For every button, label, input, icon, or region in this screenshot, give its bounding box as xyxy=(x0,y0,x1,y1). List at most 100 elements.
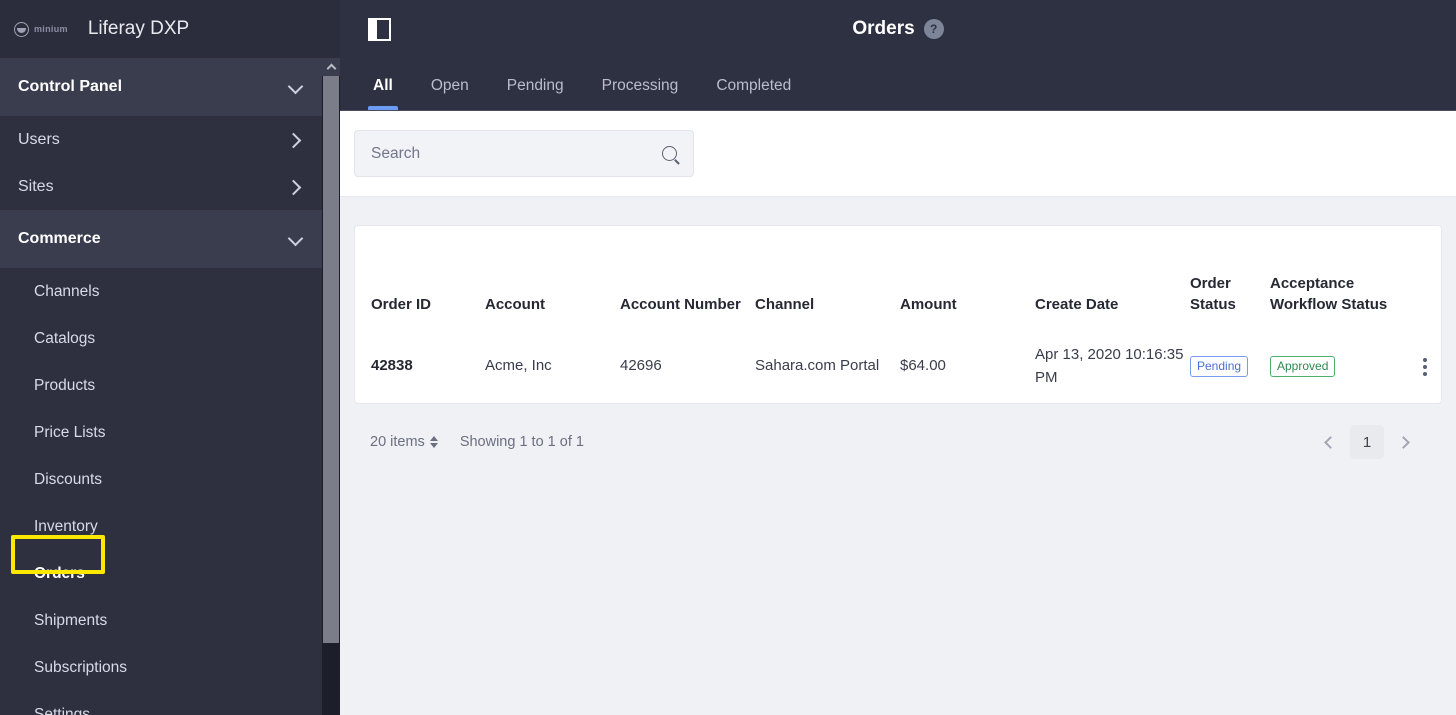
chevron-left-icon[interactable] xyxy=(1314,427,1344,457)
sidebar-item-label: Users xyxy=(18,130,60,148)
cell-account: Acme, Inc xyxy=(485,357,552,375)
table-head: Order ID Account Account Number Channel … xyxy=(355,226,1455,330)
sidebar-item-label: Products xyxy=(34,376,96,394)
table-header-row: Order ID Account Account Number Channel … xyxy=(355,226,1455,330)
search-icon[interactable] xyxy=(662,146,677,161)
column-header-actions xyxy=(1395,226,1455,330)
top-bar: Orders ? xyxy=(340,0,1456,58)
sidebar-item-label: Shipments xyxy=(34,611,108,629)
tab-bar: All Open Pending Processing Completed xyxy=(340,58,1456,111)
logo-label: minium xyxy=(34,24,68,34)
sidebar-section-label: Control Panel xyxy=(18,78,123,95)
column-header-amount[interactable]: Amount xyxy=(900,226,1035,330)
tab-all[interactable]: All xyxy=(354,77,412,110)
search-input[interactable] xyxy=(371,144,631,163)
items-per-page-label: 20 items xyxy=(370,434,425,450)
sidebar-item-label: Channels xyxy=(34,282,100,300)
tab-open[interactable]: Open xyxy=(412,77,488,110)
column-header-acceptance-workflow-status[interactable]: Acceptance Workflow Status xyxy=(1270,226,1395,330)
sidebar-item-label: Inventory xyxy=(34,517,98,535)
cell-channel: Sahara.com Portal xyxy=(755,357,880,375)
sidebar-section-control-panel[interactable]: Control Panel xyxy=(0,58,322,116)
column-header-create-date[interactable]: Create Date xyxy=(1035,226,1190,330)
cell-account-number: 42696 xyxy=(620,357,662,375)
sidebar-item-label: Subscriptions xyxy=(34,658,128,676)
cell-amount: $64.00 xyxy=(900,357,946,375)
table-body: 42838 Acme, Inc 42696 Sahara.com Portal … xyxy=(355,330,1455,403)
column-header-account[interactable]: Account xyxy=(485,226,620,330)
page-title-brand: Liferay DXP xyxy=(87,18,190,39)
sidebar-section-label: Commerce xyxy=(18,230,101,247)
sidebar: minium Liferay DXP Control Panel Users S… xyxy=(0,0,340,715)
table-footer: 20 items Showing 1 to 1 of 1 1 xyxy=(354,404,1442,464)
sidebar-item-channels[interactable]: Channels xyxy=(0,268,322,315)
sidebar-group-commerce: Channels Catalogs Products Price Lists D… xyxy=(0,268,322,715)
column-header-account-number[interactable]: Account Number xyxy=(620,226,755,330)
sidebar-item-sites[interactable]: Sites xyxy=(0,163,322,210)
brand-header: minium Liferay DXP xyxy=(0,0,340,58)
sidebar-item-label: Discounts xyxy=(34,470,103,488)
app-root: minium Liferay DXP Control Panel Users S… xyxy=(0,0,1456,715)
sidebar-item-users[interactable]: Users xyxy=(0,116,322,163)
status-badge-approved: Approved xyxy=(1270,356,1336,377)
search-toolbar xyxy=(340,111,1456,197)
sidebar-item-orders[interactable]: Orders xyxy=(0,550,322,597)
sidebar-item-label: Settings xyxy=(34,705,91,715)
logo-mark-icon xyxy=(14,21,29,37)
sidebar-item-label: Price Lists xyxy=(34,423,106,441)
chevron-right-icon xyxy=(288,132,304,148)
column-header-channel[interactable]: Channel xyxy=(755,226,900,330)
cell-actions xyxy=(1395,330,1455,403)
sidebar-item-label: Catalogs xyxy=(34,329,96,347)
scrollbar-up-arrow-icon[interactable] xyxy=(322,58,340,76)
pagination: 1 xyxy=(1314,425,1438,459)
showing-results-text: Showing 1 to 1 of 1 xyxy=(459,434,584,450)
tab-pending[interactable]: Pending xyxy=(488,77,583,110)
sidebar-item-settings[interactable]: Settings xyxy=(0,691,322,715)
sidebar-section-commerce[interactable]: Commerce xyxy=(0,210,322,268)
cell-workflow-status: Approved xyxy=(1270,330,1395,403)
chevron-down-icon xyxy=(288,79,304,95)
cell-order-status: Pending xyxy=(1190,330,1270,403)
content-area: Order ID Account Account Number Channel … xyxy=(340,197,1456,715)
column-header-order-id[interactable]: Order ID xyxy=(355,226,485,330)
kebab-menu-icon[interactable] xyxy=(1395,357,1455,376)
chevron-down-icon xyxy=(288,231,304,247)
sidebar-group-control-panel: Users Sites xyxy=(0,116,322,210)
sidebar-item-inventory[interactable]: Inventory xyxy=(0,503,322,550)
tab-processing[interactable]: Processing xyxy=(583,77,698,110)
items-per-page-selector[interactable]: 20 items xyxy=(370,434,438,450)
cell-create-date: Apr 13, 2020 10:16:35 PM xyxy=(1035,346,1184,386)
chevron-right-icon[interactable] xyxy=(1390,427,1420,457)
sidebar-item-shipments[interactable]: Shipments xyxy=(0,597,322,644)
sidebar-toggle-icon[interactable] xyxy=(368,17,391,41)
footer-left: 20 items Showing 1 to 1 of 1 xyxy=(370,434,584,450)
table-row[interactable]: 42838 Acme, Inc 42696 Sahara.com Portal … xyxy=(355,330,1455,403)
sidebar-item-subscriptions[interactable]: Subscriptions xyxy=(0,644,322,691)
sidebar-item-label: Sites xyxy=(18,177,54,195)
help-question-icon[interactable]: ? xyxy=(923,19,944,39)
sidebar-scrollbar[interactable] xyxy=(322,58,340,715)
page-title-wrap: Orders ? xyxy=(340,18,1456,40)
sidebar-item-price-lists[interactable]: Price Lists xyxy=(0,409,322,456)
tab-completed[interactable]: Completed xyxy=(697,77,810,110)
sidebar-item-catalogs[interactable]: Catalogs xyxy=(0,315,322,362)
orders-table-card: Order ID Account Account Number Channel … xyxy=(354,225,1442,404)
sidebar-item-label: Orders xyxy=(34,564,85,582)
search-box[interactable] xyxy=(354,130,694,177)
column-header-order-status[interactable]: Order Status xyxy=(1190,226,1270,330)
minium-logo-icon[interactable]: minium xyxy=(14,21,68,37)
sidebar-scroll-area: Control Panel Users Sites Commerce Chann… xyxy=(0,58,340,715)
page-number-1[interactable]: 1 xyxy=(1350,425,1384,459)
sort-updown-icon xyxy=(429,436,438,448)
cell-order-id: 42838 xyxy=(371,357,413,375)
sidebar-nav: Control Panel Users Sites Commerce Chann… xyxy=(0,58,322,715)
sidebar-item-products[interactable]: Products xyxy=(0,362,322,409)
sidebar-item-discounts[interactable]: Discounts xyxy=(0,456,322,503)
chevron-right-icon xyxy=(288,179,304,195)
status-badge-pending: Pending xyxy=(1190,356,1249,377)
main-content: Orders ? All Open Pending Processing Com… xyxy=(340,0,1456,715)
scrollbar-thumb[interactable] xyxy=(323,76,339,643)
page-title: Orders xyxy=(852,18,915,39)
orders-table: Order ID Account Account Number Channel … xyxy=(355,226,1455,403)
